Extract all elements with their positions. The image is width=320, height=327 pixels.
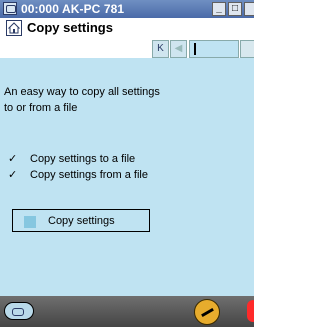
option-copy-from-file: ✓ Copy settings from a file xyxy=(8,167,248,183)
window-controls: _ □ xyxy=(212,2,254,16)
navigation-strip: K ◀ xyxy=(152,40,254,58)
option-label: Copy settings from a file xyxy=(30,169,148,181)
maximize-button[interactable]: □ xyxy=(228,2,242,16)
copy-settings-button[interactable]: Copy settings xyxy=(12,209,150,232)
check-icon: ✓ xyxy=(8,153,18,165)
key-icon[interactable] xyxy=(194,299,220,325)
title-bar: 00:000 AK-PC 781 _ □ xyxy=(0,0,254,18)
app-icon xyxy=(3,2,17,15)
next-page-button[interactable] xyxy=(240,40,254,58)
page-title: Copy settings xyxy=(27,20,113,35)
description-line-1: An easy way to copy all settings xyxy=(4,86,160,98)
bottom-bar xyxy=(0,296,254,327)
copy-settings-icon xyxy=(24,216,36,228)
first-page-button[interactable]: K xyxy=(152,40,169,58)
window-title: 00:000 AK-PC 781 xyxy=(21,2,125,16)
options-list: ✓ Copy settings to a file ✓ Copy setting… xyxy=(8,151,248,183)
option-label: Copy settings to a file xyxy=(30,153,136,165)
alert-icon[interactable] xyxy=(247,300,254,322)
close-button[interactable] xyxy=(244,2,254,16)
service-icon[interactable] xyxy=(4,302,34,320)
cursor-indicator xyxy=(194,43,196,55)
description: An easy way to copy all settings to or f… xyxy=(4,84,244,116)
option-copy-to-file: ✓ Copy settings to a file xyxy=(8,151,248,167)
previous-page-button[interactable]: ◀ xyxy=(170,40,187,58)
check-icon: ✓ xyxy=(8,169,18,181)
page-indicator xyxy=(189,40,239,58)
minimize-button[interactable]: _ xyxy=(212,2,226,16)
app-window: 00:000 AK-PC 781 _ □ Copy settings K ◀ A… xyxy=(0,0,254,327)
home-icon[interactable] xyxy=(6,20,22,36)
copy-settings-label: Copy settings xyxy=(48,215,115,227)
description-line-2: to or from a file xyxy=(4,102,78,114)
